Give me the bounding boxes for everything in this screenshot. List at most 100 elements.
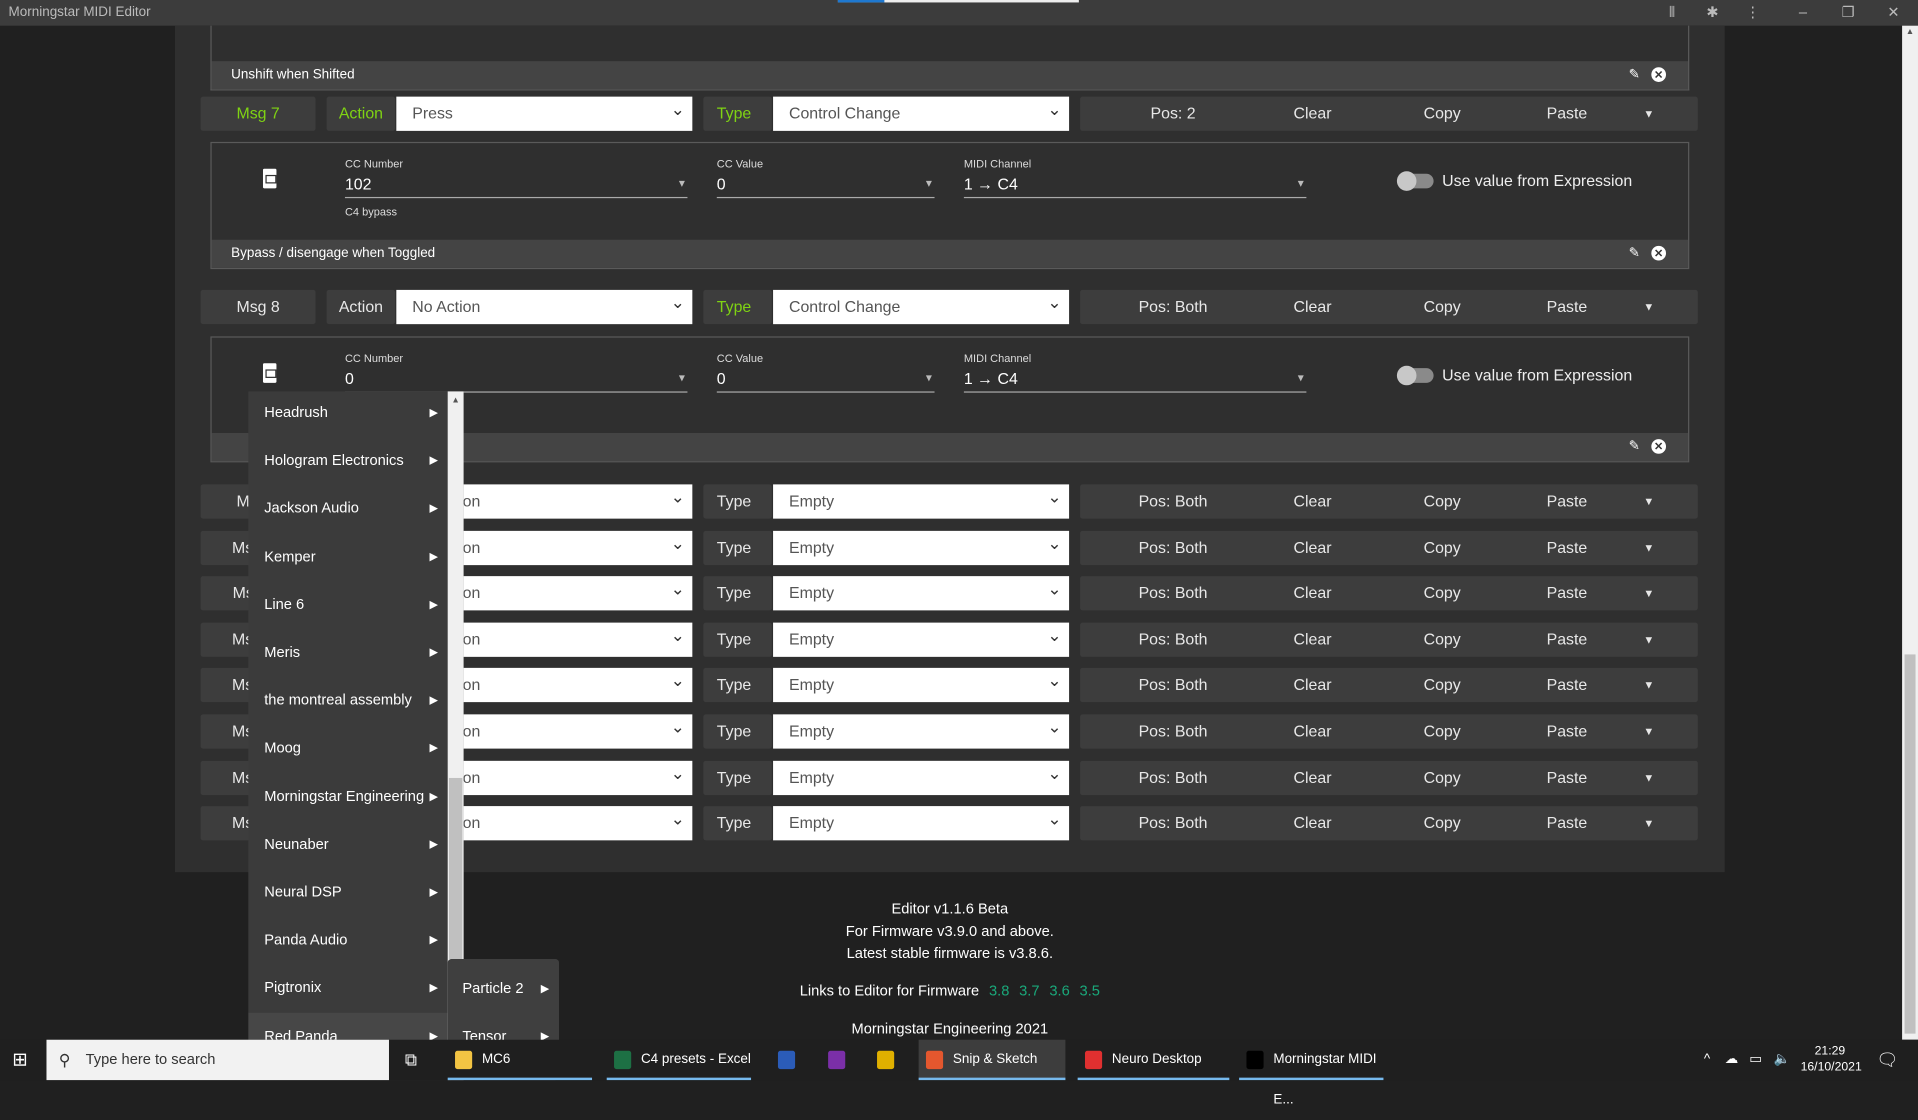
puzzle-icon[interactable]: ✱ <box>1700 0 1724 26</box>
paste-button[interactable]: Paste <box>1518 622 1616 656</box>
taskbar-app[interactable] <box>771 1040 815 1080</box>
taskbar-app[interactable]: C4 presets - Excel <box>606 1040 752 1081</box>
clear-button[interactable]: Clear <box>1264 97 1362 131</box>
restore-icon[interactable]: ❐ <box>1836 0 1860 26</box>
firmware-link[interactable]: 3.6 <box>1049 982 1069 999</box>
copy-button[interactable]: Copy <box>1393 97 1491 131</box>
expand-icon[interactable]: ▼ <box>1637 760 1661 794</box>
type-select[interactable]: Empty <box>773 709 1070 749</box>
type-select[interactable]: Empty <box>773 617 1070 657</box>
menu-item[interactable]: Pigtronix ▶ <box>248 964 447 1012</box>
menu-item[interactable]: Kemper ▶ <box>248 533 447 581</box>
paste-button[interactable]: Paste <box>1518 806 1616 840</box>
cc-number-select[interactable]: 102 <box>344 174 688 199</box>
scroll-up-icon[interactable]: ▲ <box>1906 28 1914 37</box>
taskbar-app[interactable]: Morningstar MIDI E... <box>1239 1040 1384 1107</box>
copy-button[interactable]: Copy <box>1393 622 1491 656</box>
delete-icon[interactable]: ✕ <box>1651 439 1667 454</box>
notifications-icon[interactable]: 🗨 <box>1876 1040 1898 1080</box>
taskbar-app[interactable]: MC6 <box>447 1040 593 1081</box>
taskbar-app[interactable]: Snip & Sketch <box>918 1039 1066 1081</box>
paste-button[interactable]: Paste <box>1518 760 1616 794</box>
minimize-icon[interactable]: – <box>1791 0 1815 26</box>
clear-button[interactable]: Clear <box>1264 622 1362 656</box>
device-icon[interactable] <box>262 363 277 383</box>
windows-start-icon[interactable]: ⊞ <box>12 1040 27 1080</box>
taskbar-app[interactable] <box>870 1040 914 1080</box>
close-icon[interactable]: ✕ <box>1881 0 1905 26</box>
paste-button[interactable]: Paste <box>1518 714 1616 748</box>
type-select[interactable]: Empty <box>773 801 1070 841</box>
menu-item[interactable]: Morningstar Engineering ▶ <box>248 773 447 821</box>
cc-value-select[interactable]: 0 <box>716 174 935 199</box>
pos-button[interactable]: Pos: Both <box>1124 576 1222 610</box>
extensions-icon[interactable]: ⫴ <box>1660 0 1684 26</box>
task-view-icon[interactable]: ⧉ <box>405 1040 417 1080</box>
menu-item[interactable]: Meris ▶ <box>248 629 447 677</box>
expand-icon[interactable]: ▼ <box>1637 668 1661 702</box>
menu-item[interactable]: Headrush ▶ <box>248 391 447 436</box>
menu-item[interactable]: Hologram Electronics ▶ <box>248 437 447 485</box>
menu-scroll-thumb[interactable] <box>448 777 463 959</box>
firmware-link[interactable]: 3.5 <box>1080 982 1100 999</box>
type-select[interactable]: Empty <box>773 571 1070 611</box>
onedrive-icon[interactable]: ☁ <box>1725 1040 1738 1080</box>
type-select[interactable]: Control Change <box>773 92 1070 131</box>
type-select[interactable]: Empty <box>773 663 1070 703</box>
menu-item[interactable]: Neural DSP ▶ <box>248 868 447 916</box>
copy-button[interactable]: Copy <box>1393 576 1491 610</box>
pencil-icon[interactable]: ✎ <box>1627 67 1642 82</box>
action-select[interactable]: Press <box>396 92 693 131</box>
clear-button[interactable]: Clear <box>1264 714 1362 748</box>
pos-button[interactable]: Pos: Both <box>1124 530 1222 564</box>
type-select[interactable]: Empty <box>773 755 1070 795</box>
type-select[interactable]: Control Change <box>773 285 1070 325</box>
msg-label[interactable]: Msg 8 <box>200 289 316 325</box>
menu-item[interactable]: Panda Audio ▶ <box>248 916 447 964</box>
copy-button[interactable]: Copy <box>1393 668 1491 702</box>
copy-button[interactable]: Copy <box>1393 484 1491 518</box>
msg-label[interactable]: Msg 7 <box>200 96 316 131</box>
delete-icon[interactable]: ✕ <box>1651 67 1667 82</box>
clear-button[interactable]: Clear <box>1264 530 1362 564</box>
clear-button[interactable]: Clear <box>1264 806 1362 840</box>
expand-icon[interactable]: ▼ <box>1637 576 1661 610</box>
pos-button[interactable]: Pos: Both <box>1124 668 1222 702</box>
pos-button[interactable]: Pos: Both <box>1124 622 1222 656</box>
menu-item[interactable]: Neunaber ▶ <box>248 821 447 869</box>
search-box[interactable]: ⚲ Type here to search <box>46 1039 389 1081</box>
expand-icon[interactable]: ▼ <box>1637 97 1661 131</box>
clear-button[interactable]: Clear <box>1264 576 1362 610</box>
firmware-link[interactable]: 3.8 <box>989 982 1009 999</box>
expand-icon[interactable]: ▼ <box>1637 714 1661 748</box>
menu-item[interactable]: Jackson Audio ▶ <box>248 485 447 533</box>
pos-button[interactable]: Pos: 2 <box>1124 97 1222 131</box>
clear-button[interactable]: Clear <box>1264 290 1362 324</box>
more-icon[interactable]: ⋮ <box>1741 0 1765 26</box>
pos-button[interactable]: Pos: Both <box>1124 806 1222 840</box>
copy-button[interactable]: Copy <box>1393 806 1491 840</box>
clear-button[interactable]: Clear <box>1264 760 1362 794</box>
expand-icon[interactable]: ▼ <box>1637 290 1661 324</box>
menu-item[interactable]: Line 6 ▶ <box>248 581 447 629</box>
expand-icon[interactable]: ▼ <box>1637 622 1661 656</box>
cc-value-select[interactable]: 0 <box>716 368 935 393</box>
delete-icon[interactable]: ✕ <box>1651 245 1667 261</box>
taskbar-app[interactable] <box>821 1040 865 1080</box>
expand-icon[interactable]: ▼ <box>1637 530 1661 564</box>
type-select[interactable]: Empty <box>773 479 1070 519</box>
action-select[interactable]: No Action <box>396 285 693 325</box>
taskbar-app[interactable]: Neuro Desktop <box>1077 1040 1230 1081</box>
tray-chevron-icon[interactable]: ^ <box>1704 1040 1710 1080</box>
type-select[interactable]: Empty <box>773 525 1070 565</box>
paste-button[interactable]: Paste <box>1518 530 1616 564</box>
copy-button[interactable]: Copy <box>1393 760 1491 794</box>
midi-channel-select[interactable]: 1 → C4 <box>963 174 1307 199</box>
expand-icon[interactable]: ▼ <box>1637 806 1661 840</box>
menu-item[interactable]: Moog ▶ <box>248 725 447 773</box>
submenu-item[interactable]: Particle 2 ▶ <box>448 965 559 1013</box>
page-scroll-thumb[interactable] <box>1904 654 1916 1034</box>
pos-button[interactable]: Pos: Both <box>1124 714 1222 748</box>
copy-button[interactable]: Copy <box>1393 530 1491 564</box>
volume-icon[interactable]: 🔈 <box>1774 1040 1791 1080</box>
